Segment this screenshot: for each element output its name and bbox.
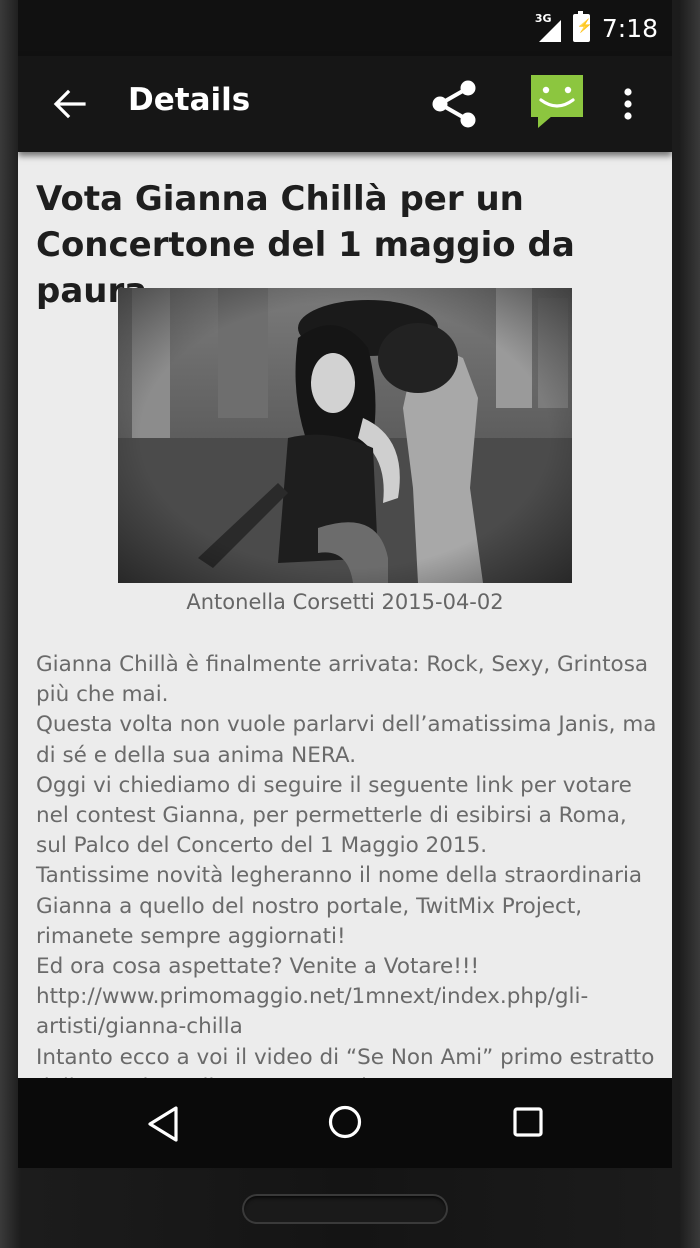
vote-link[interactable]: http://www.primomaggio.net/1mnext/index.… — [36, 982, 661, 1042]
paragraph: Questa volta non vuole parlarvi dell’ama… — [36, 712, 657, 768]
share-icon[interactable] — [430, 78, 478, 130]
status-bar: 3G ⚡ 7:18 — [18, 0, 672, 56]
nav-recents-square-icon[interactable] — [512, 1106, 544, 1138]
status-icons: 3G ⚡ 7:18 — [535, 11, 658, 44]
paragraph: Gianna Chillà è finalmente arrivata: Roc… — [36, 652, 649, 708]
battery-icon: ⚡ — [572, 11, 593, 42]
app-bar: Details — [18, 56, 672, 152]
clock: 7:18 — [601, 13, 658, 43]
article-photo — [118, 288, 572, 583]
sms-smiley-icon[interactable] — [530, 74, 584, 130]
paragraph: Oggi vi chiediamo di seguire il seguente… — [36, 772, 632, 859]
nav-home-circle-icon[interactable] — [327, 1104, 363, 1140]
phone-frame: 3G ⚡ 7:18 Details Vota Gianna Chillà per… — [0, 0, 700, 1248]
navigation-bar — [18, 1078, 672, 1168]
arrow-back-icon[interactable] — [52, 86, 88, 122]
nav-back-triangle-icon[interactable] — [146, 1104, 182, 1144]
paragraph: Tantissime novità legheranno il nome del… — [36, 863, 643, 949]
signal-icon: 3G — [535, 12, 561, 42]
speaker-grille — [242, 1194, 448, 1224]
article-content[interactable]: Vota Gianna Chillà per un Concertone del… — [18, 152, 672, 1078]
overflow-menu-icon[interactable] — [616, 86, 640, 122]
page-title: Details — [128, 82, 251, 118]
image-caption: Antonella Corsetti 2015-04-02 — [186, 590, 504, 614]
screen: 3G ⚡ 7:18 Details Vota Gianna Chillà per… — [18, 0, 672, 1168]
paragraph: Ed ora cosa aspettate? Venite a Votare!!… — [36, 954, 480, 980]
paragraph: Intanto ecco a voi il video di “Se Non A… — [36, 1044, 655, 1078]
article-body: Gianna Chillà è finalmente arrivata: Roc… — [36, 650, 661, 1078]
